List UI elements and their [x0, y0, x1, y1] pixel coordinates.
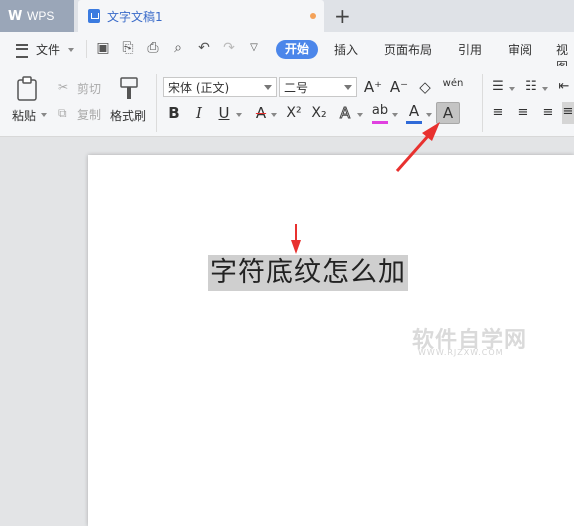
annotation-arrows: [291, 122, 440, 254]
arrow-to-text-icon: [291, 224, 301, 254]
arrow-to-shading-button-icon: [395, 122, 440, 172]
